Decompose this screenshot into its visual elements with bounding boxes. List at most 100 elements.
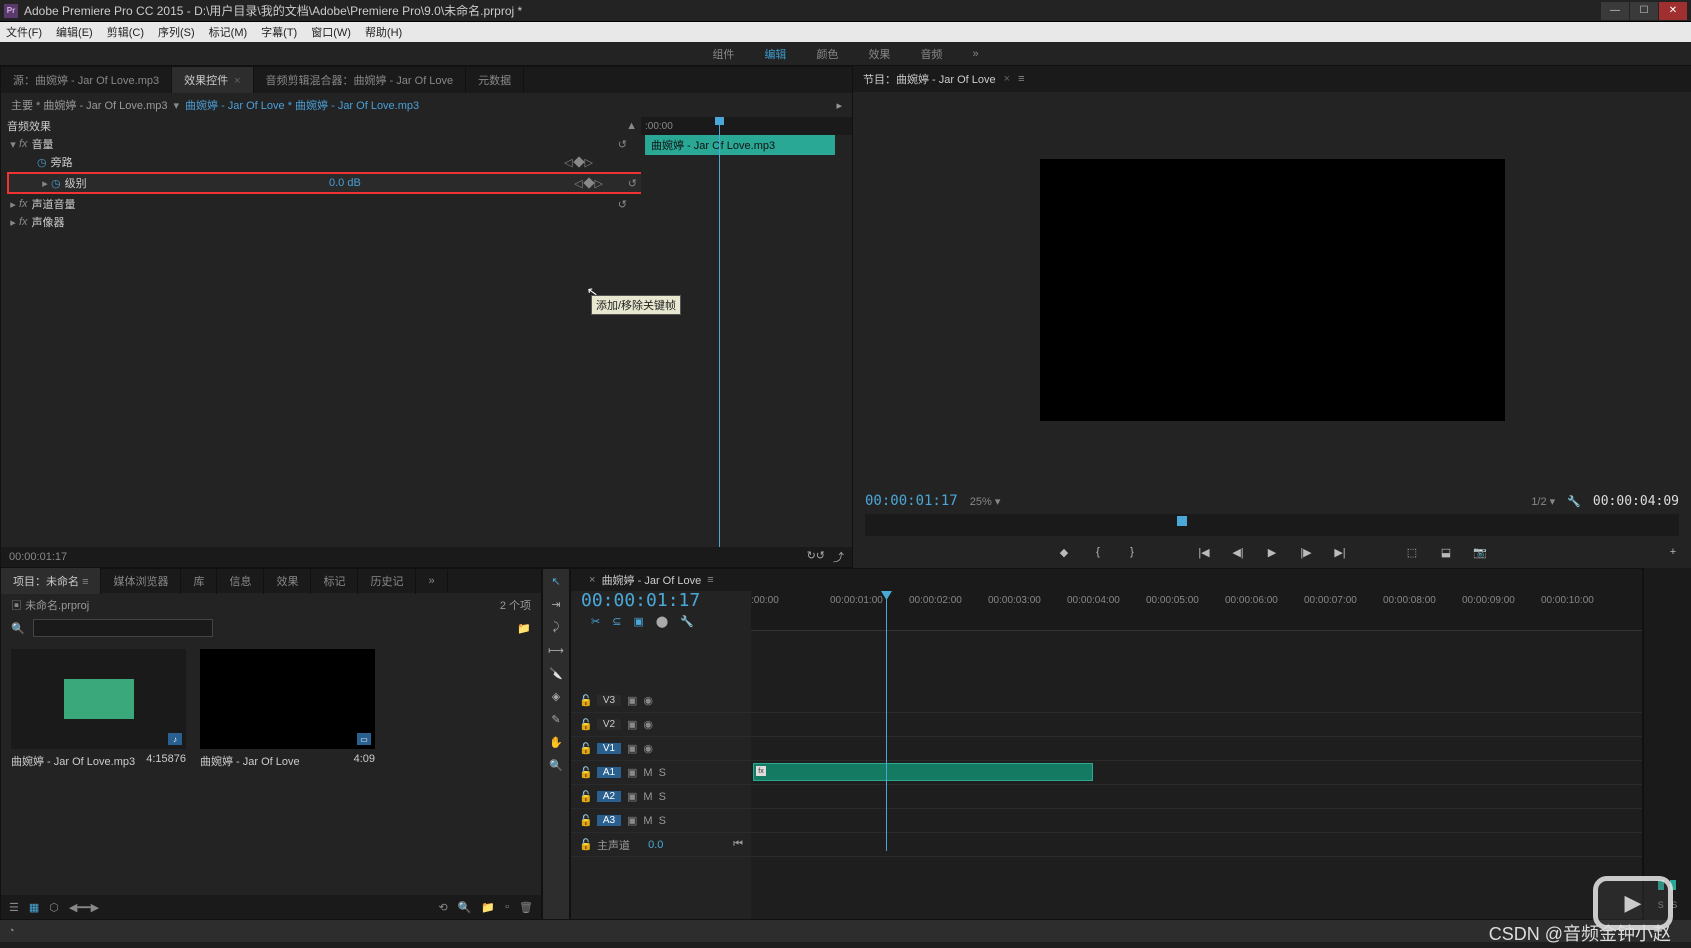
ripple-edit-tool-icon[interactable]: ⤸	[553, 621, 560, 634]
icon-view-icon[interactable]: ▦	[29, 901, 39, 914]
project-item-audio[interactable]: ♪ 曲婉婷 - Jar Of Love.mp34:15876	[11, 649, 186, 773]
audio-clip[interactable]: fx	[753, 763, 1093, 781]
mini-playhead[interactable]	[719, 117, 720, 547]
stopwatch-icon[interactable]: ◷	[37, 156, 47, 169]
track-head-v2[interactable]: 🔓V2▣◉	[571, 713, 751, 737]
tab-more-icon[interactable]: »	[416, 570, 447, 592]
effect-mini-ruler[interactable]: :00:00	[641, 117, 852, 135]
toggle-output-icon[interactable]: ▣	[627, 742, 637, 755]
tab-history[interactable]: 历史记	[358, 568, 416, 594]
slip-tool-icon[interactable]: ◈	[552, 690, 560, 703]
workspace-audio[interactable]: 音频	[920, 46, 942, 62]
master-level[interactable]: 0.0	[648, 839, 663, 851]
zoom-dropdown[interactable]: 25% ▾	[970, 495, 1001, 508]
find-icon[interactable]: 🔍	[458, 901, 472, 914]
mute-icon[interactable]: M	[643, 767, 652, 779]
program-timecode-current[interactable]: 00:00:01:17	[865, 493, 958, 509]
eye-icon[interactable]: ◉	[643, 742, 653, 755]
tab-project[interactable]: 项目：未命名 ≡	[1, 568, 101, 594]
menu-sequence[interactable]: 序列(S)	[158, 24, 195, 40]
scrub-playhead[interactable]	[1177, 516, 1187, 526]
export-icon[interactable]: ⤴	[833, 549, 844, 565]
timeline-toggle-icon[interactable]: ▸	[836, 99, 842, 112]
close-icon[interactable]: ×	[1004, 73, 1010, 85]
workspace-more-icon[interactable]: »	[972, 48, 978, 60]
panel-menu-icon[interactable]: ≡	[1018, 73, 1024, 85]
track-head-a1[interactable]: 🔓A1▣MS	[571, 761, 751, 785]
solo-icon[interactable]: S	[659, 791, 666, 803]
timeline-playhead[interactable]	[886, 591, 887, 851]
goto-out-icon[interactable]: ▶|	[1332, 546, 1348, 559]
zoom-tool-icon[interactable]: 🔍	[549, 759, 563, 772]
track-a3[interactable]	[751, 809, 1642, 833]
close-button[interactable]: ✕	[1659, 2, 1687, 20]
minimize-button[interactable]: —	[1601, 2, 1629, 20]
prev-keyframe-icon[interactable]: ◁	[564, 156, 572, 169]
effect-panner[interactable]: ▸fx声像器	[1, 213, 641, 231]
lock-icon[interactable]: 🔓	[579, 838, 591, 851]
track-head-a3[interactable]: 🔓A3▣MS	[571, 809, 751, 833]
lock-icon[interactable]: 🔓	[579, 742, 591, 755]
toggle-output-icon[interactable]: ▣	[627, 814, 637, 827]
eye-icon[interactable]: ◉	[643, 718, 653, 731]
track-head-v1[interactable]: 🔓V1▣◉	[571, 737, 751, 761]
effect-volume[interactable]: ▾fx音量↺	[1, 135, 641, 153]
effect-clip-path[interactable]: 曲婉婷 - Jar Of Love * 曲婉婷 - Jar Of Love.mp…	[185, 97, 419, 113]
panel-menu-icon[interactable]: ≡	[707, 574, 713, 586]
pen-tool-icon[interactable]: ✎	[551, 713, 560, 726]
toggle-output-icon[interactable]: ▣	[627, 766, 637, 779]
tab-close-icon[interactable]: ×	[234, 75, 240, 87]
settings-icon[interactable]: 🔧	[1567, 495, 1581, 508]
tab-source[interactable]: 源：曲婉婷 - Jar Of Love.mp3	[1, 67, 172, 93]
stopwatch-icon[interactable]: ◷	[51, 177, 61, 190]
workspace-assembly[interactable]: 组件	[712, 46, 734, 62]
tab-info[interactable]: 信息	[217, 568, 264, 594]
tab-markers-panel[interactable]: 标记	[311, 568, 358, 594]
toggle-output-icon[interactable]: ▣	[627, 694, 637, 707]
track-v1[interactable]	[751, 737, 1642, 761]
settings-icon[interactable]: ⬤	[656, 615, 668, 628]
expand-icon[interactable]: ⏮	[733, 838, 743, 851]
lock-icon[interactable]: 🔓	[579, 766, 591, 779]
new-bin-icon[interactable]: 📁	[517, 622, 531, 635]
lift-icon[interactable]: ⬚	[1404, 546, 1420, 559]
next-keyframe-icon[interactable]: ▷	[585, 156, 593, 169]
track-a2[interactable]	[751, 785, 1642, 809]
snap-icon[interactable]: ✂	[591, 615, 600, 628]
new-bin-icon[interactable]: 📁	[481, 901, 495, 914]
menu-file[interactable]: 文件(F)	[6, 24, 42, 40]
lock-icon[interactable]: 🔓	[579, 718, 591, 731]
toggle-output-icon[interactable]: ▣	[627, 790, 637, 803]
tab-effect-controls[interactable]: 效果控件×	[172, 67, 253, 93]
zoom-slider[interactable]: ◀━━▶	[69, 901, 99, 914]
project-item-sequence[interactable]: ▭ 曲婉婷 - Jar Of Love4:09	[200, 649, 375, 773]
extract-icon[interactable]: ⬓	[1438, 546, 1454, 559]
project-search-input[interactable]	[33, 619, 213, 637]
maximize-button[interactable]: ☐	[1630, 2, 1658, 20]
lock-icon[interactable]: 🔓	[579, 814, 591, 827]
program-scrub-bar[interactable]	[865, 514, 1679, 536]
track-head-master[interactable]: 🔓主声道 0.0⏮	[571, 833, 751, 857]
wrench-icon[interactable]: 🔧	[680, 615, 694, 628]
auto-match-icon[interactable]: ⟲	[439, 901, 448, 914]
level-value[interactable]: 0.0 dB	[329, 177, 361, 189]
goto-in-icon[interactable]: |◀	[1196, 546, 1212, 559]
param-level[interactable]: ▸◷级别0.0 dB◁▷↺	[9, 174, 651, 192]
param-bypass[interactable]: ◷旁路◁▷	[1, 153, 641, 171]
export-frame-icon[interactable]: 📷	[1472, 546, 1488, 559]
tab-audio-mixer[interactable]: 音频剪辑混合器：曲婉婷 - Jar Of Love	[254, 67, 467, 93]
dropdown-icon[interactable]: ▾	[173, 99, 179, 112]
menu-help[interactable]: 帮助(H)	[365, 24, 402, 40]
effect-channel-volume[interactable]: ▸fx声道音量↺	[1, 195, 641, 213]
step-back-icon[interactable]: ◀|	[1230, 546, 1246, 559]
tab-libraries[interactable]: 库	[181, 568, 217, 594]
timeline-timecode[interactable]: 00:00:01:17	[581, 590, 741, 611]
trash-icon[interactable]: 🗑	[519, 901, 533, 914]
rate-stretch-tool-icon[interactable]: ⟼	[548, 644, 564, 657]
list-view-icon[interactable]: ☰	[9, 901, 19, 914]
track-head-a2[interactable]: 🔓A2▣MS	[571, 785, 751, 809]
linked-selection-icon[interactable]: ⊆	[612, 615, 621, 628]
next-keyframe-icon[interactable]: ▷	[595, 177, 603, 190]
program-viewer[interactable]	[853, 92, 1691, 488]
reset-icon[interactable]: ↺	[618, 138, 627, 151]
